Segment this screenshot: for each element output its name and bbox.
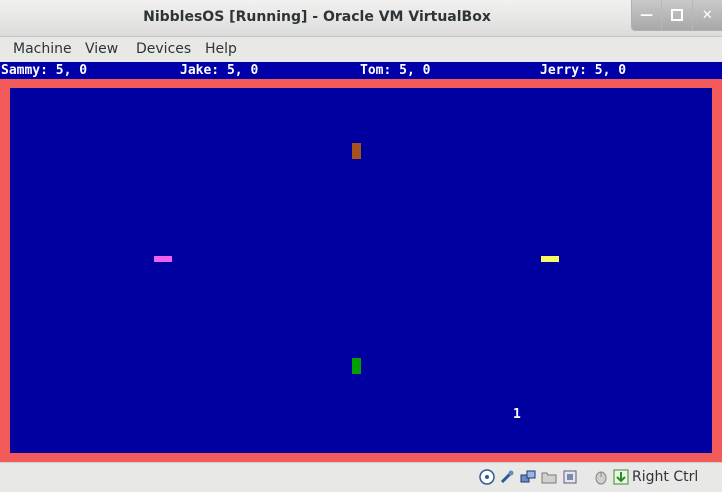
shared-folders-icon[interactable] — [541, 469, 557, 485]
level-number: 1 — [513, 407, 521, 422]
score-bar: Sammy: 5, 0 Jake: 5, 0 Tom: 5, 0 Jerry: … — [0, 62, 722, 79]
snake-green — [352, 358, 361, 374]
score-jake: Jake: 5, 0 — [180, 63, 259, 78]
menu-bar: Machine View Devices Help — [0, 37, 722, 62]
maximize-button[interactable] — [662, 0, 693, 30]
snake-yellow — [541, 256, 559, 262]
status-bar: Right Ctrl — [0, 462, 722, 492]
score-jerry: Jerry: 5, 0 — [540, 63, 627, 78]
maximize-icon — [670, 9, 683, 21]
score-tom: Tom: 5, 0 — [360, 63, 431, 78]
menu-devices[interactable]: Devices — [136, 41, 191, 57]
host-key-label: Right Ctrl — [632, 469, 699, 485]
minimize-icon: — — [640, 7, 654, 23]
close-button[interactable]: ✕ — [693, 0, 722, 30]
usb-icon[interactable] — [499, 469, 515, 485]
menu-view[interactable]: View — [85, 41, 118, 57]
video-capture-icon[interactable] — [562, 469, 578, 485]
game-border: 1 — [0, 79, 722, 462]
menu-help[interactable]: Help — [205, 41, 237, 57]
snake-brown — [352, 143, 361, 159]
mouse-integration-icon[interactable] — [593, 469, 609, 485]
optical-drive-icon[interactable] — [479, 469, 495, 485]
window-controls: — ✕ — [631, 0, 722, 31]
close-icon: ✕ — [701, 7, 713, 23]
window-title: NibblesOS [Running] - Oracle VM VirtualB… — [143, 9, 491, 25]
menu-machine[interactable]: Machine — [13, 41, 72, 57]
game-field[interactable]: 1 — [10, 88, 712, 453]
network-icon[interactable] — [520, 469, 536, 485]
window-titlebar: NibblesOS [Running] - Oracle VM VirtualB… — [0, 0, 722, 37]
score-sammy: Sammy: 5, 0 — [1, 63, 88, 78]
keyboard-capture-icon[interactable] — [613, 469, 629, 485]
snake-magenta — [154, 256, 172, 262]
minimize-button[interactable]: — — [632, 0, 663, 30]
